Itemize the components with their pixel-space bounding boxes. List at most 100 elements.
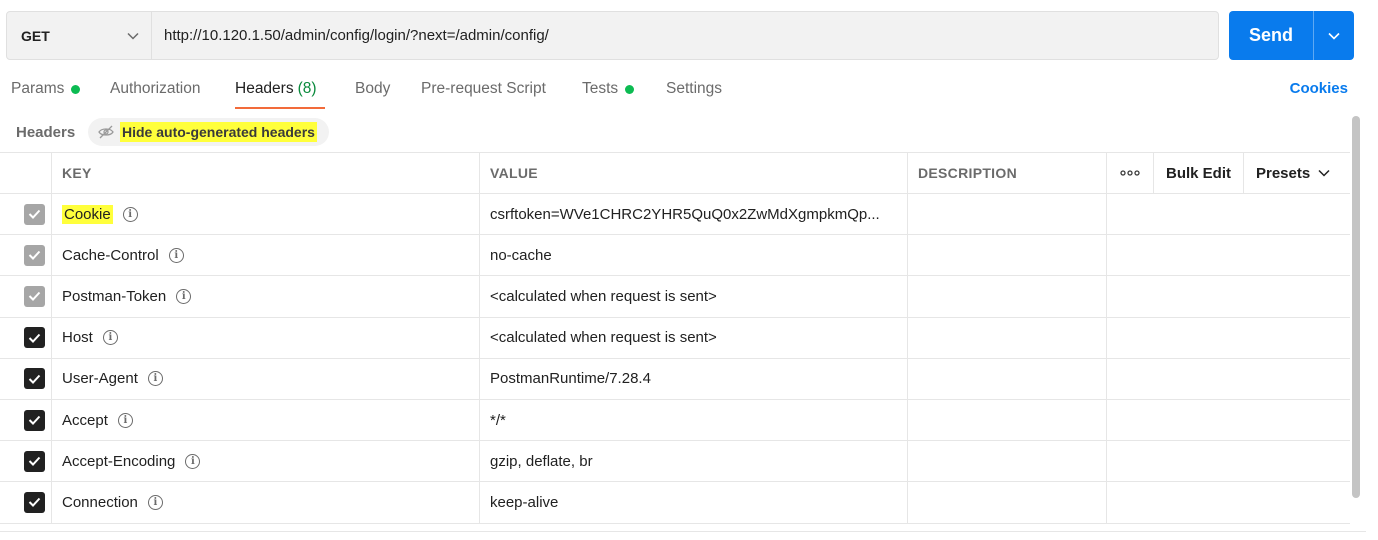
header-key: Cookie (62, 204, 113, 224)
row-checkbox-cell (0, 399, 52, 441)
hide-auto-generated-toggle[interactable]: Hide auto-generated headers (88, 118, 329, 146)
description-cell[interactable] (908, 482, 1107, 523)
description-cell[interactable] (908, 235, 1107, 276)
tab-label: Headers (235, 80, 294, 97)
value-cell[interactable]: no-cache (480, 235, 908, 276)
tab-pre-request-script[interactable]: Pre-request Script (421, 80, 546, 98)
key-cell[interactable]: Accept i (52, 399, 480, 441)
tab-params[interactable]: Params (11, 80, 81, 98)
header-key: Postman-Token (62, 287, 167, 305)
row-spacer (1244, 235, 1350, 275)
row-spacer (1244, 194, 1350, 234)
header-key: Accept (62, 411, 108, 429)
row-checkbox[interactable] (24, 244, 45, 266)
description-cell[interactable] (908, 358, 1107, 399)
header-key: Cache-Control (62, 246, 159, 264)
hide-toggle-label: Hide auto-generated headers (120, 122, 317, 142)
column-key: KEY (52, 153, 480, 193)
tab-tests[interactable]: Tests (582, 80, 635, 98)
url-input[interactable] (152, 12, 1218, 59)
value-cell[interactable]: <calculated when request is sent> (480, 276, 908, 317)
description-cell[interactable] (908, 317, 1107, 358)
scrollbar-thumb[interactable] (1352, 116, 1360, 498)
more-options-button[interactable] (1107, 153, 1154, 193)
info-icon[interactable]: i (147, 371, 163, 387)
row-spacer (1154, 318, 1244, 358)
info-icon[interactable]: i (147, 494, 163, 510)
row-spacer (1244, 276, 1350, 316)
row-checkbox[interactable] (24, 491, 45, 513)
row-checkbox[interactable] (24, 409, 45, 431)
info-icon[interactable]: i (176, 288, 192, 304)
value-cell[interactable]: PostmanRuntime/7.28.4 (480, 358, 908, 399)
row-spacer (1154, 235, 1244, 275)
key-cell[interactable]: Host i (52, 317, 480, 358)
check-icon (28, 209, 41, 220)
header-value: <calculated when request is sent> (490, 287, 717, 305)
row-checkbox[interactable] (24, 327, 45, 349)
info-icon[interactable]: i (168, 247, 184, 263)
row-spacer (1244, 441, 1350, 481)
check-icon (28, 251, 41, 261)
tab-label: Authorization (110, 80, 201, 97)
tab-body[interactable]: Body (355, 80, 390, 98)
row-checkbox[interactable] (24, 203, 45, 225)
row-spacer (1244, 400, 1350, 440)
header-key: Connection (62, 493, 138, 511)
table-row: Connection i keep-alive (0, 482, 1350, 524)
description-cell[interactable] (908, 441, 1107, 482)
send-options-button[interactable] (1313, 11, 1354, 60)
row-spacer (1154, 482, 1244, 522)
info-icon[interactable]: i (102, 330, 118, 346)
header-value: gzip, deflate, br (490, 452, 593, 470)
header-value: PostmanRuntime/7.28.4 (490, 370, 651, 388)
table-row: Cookie i csrftoken=WVe1CHRC2YHR5QuQ0x2Zw… (0, 194, 1350, 236)
key-cell[interactable]: Accept-Encoding i (52, 441, 480, 482)
value-cell[interactable]: */* (480, 399, 908, 441)
info-icon[interactable]: i (122, 206, 138, 222)
value-cell[interactable]: gzip, deflate, br (480, 441, 908, 482)
value-cell[interactable]: csrftoken=WVe1CHRC2YHR5QuQ0x2ZwMdXgmpkmQ… (480, 194, 908, 235)
header-key: User-Agent (62, 370, 138, 388)
key-cell[interactable]: Cache-Control i (52, 235, 480, 276)
description-cell[interactable] (908, 399, 1107, 441)
row-spacer (1154, 441, 1244, 481)
tab-label: Params (11, 80, 65, 97)
column-label: DESCRIPTION (918, 165, 1017, 181)
bulk-edit-button[interactable]: Bulk Edit (1154, 153, 1244, 193)
cookies-link[interactable]: Cookies (1290, 80, 1348, 97)
info-icon[interactable]: i (117, 412, 133, 428)
key-cell[interactable]: User-Agent i (52, 358, 480, 399)
row-checkbox-cell (0, 235, 52, 276)
check-icon (28, 292, 41, 302)
row-checkbox-cell (0, 194, 52, 235)
row-checkbox[interactable] (24, 285, 45, 307)
key-cell[interactable]: Connection i (52, 482, 480, 523)
presets-dropdown[interactable]: Presets (1244, 153, 1350, 193)
key-cell[interactable]: Postman-Token i (52, 276, 480, 317)
value-cell[interactable]: <calculated when request is sent> (480, 317, 908, 358)
tab-authorization[interactable]: Authorization (110, 80, 200, 98)
description-cell[interactable] (908, 194, 1107, 235)
check-icon (28, 498, 41, 508)
tab-settings[interactable]: Settings (666, 80, 722, 98)
row-spacer (1154, 194, 1244, 234)
send-button[interactable]: Send (1229, 11, 1313, 60)
row-spacer (1107, 441, 1154, 481)
tab-count: (8) (297, 80, 317, 97)
info-icon[interactable]: i (185, 453, 201, 469)
bulk-edit-label: Bulk Edit (1165, 164, 1231, 182)
method-select[interactable]: GET (7, 12, 152, 59)
key-cell[interactable]: Cookie i (52, 194, 480, 235)
row-checkbox-cell (0, 358, 52, 399)
presets-control: Presets (1256, 165, 1330, 182)
tab-headers[interactable]: Headers (8) (235, 80, 317, 98)
row-checkbox[interactable] (24, 368, 45, 390)
row-checkbox[interactable] (24, 450, 45, 472)
check-icon (28, 333, 41, 343)
value-cell[interactable]: keep-alive (480, 482, 908, 523)
row-spacer (1154, 276, 1244, 316)
request-tabs: Params Authorization Headers (8) Body Pr… (0, 72, 1378, 112)
description-cell[interactable] (908, 276, 1107, 317)
header-value: */* (490, 411, 506, 429)
